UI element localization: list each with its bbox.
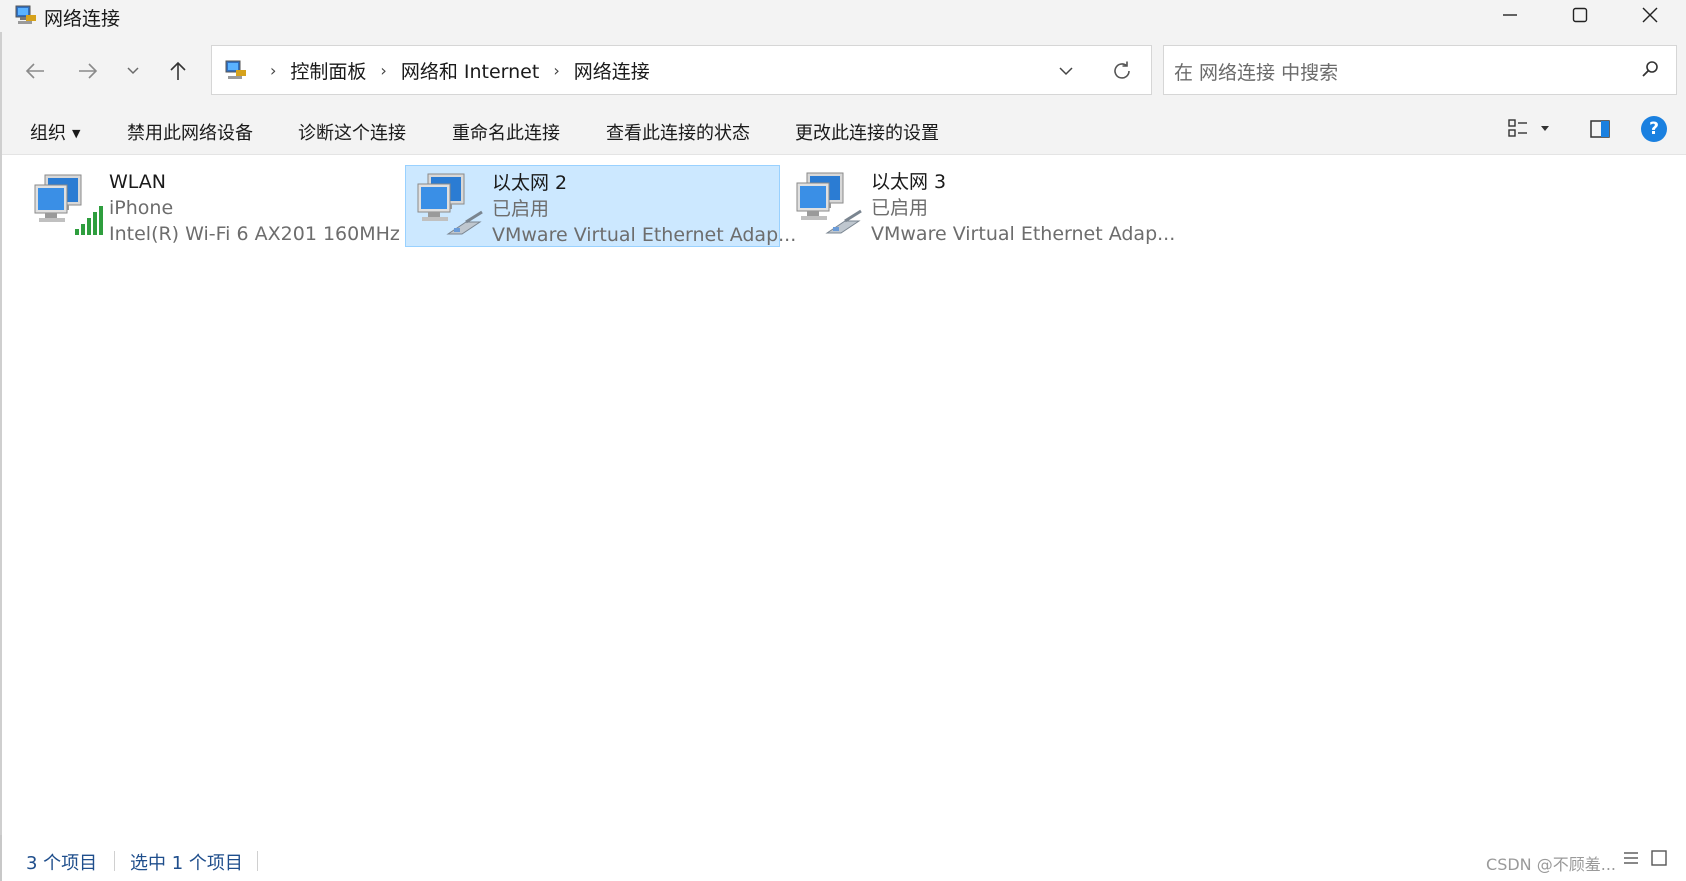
caret-down-icon: ▼ <box>72 127 81 140</box>
navigation-bar: › 控制面板 › 网络和 Internet › 网络连接 在 网络连接 中搜索 <box>0 32 1686 105</box>
caret-down-icon <box>1541 126 1549 131</box>
chevron-right-icon: › <box>553 60 560 80</box>
network-connections-icon <box>225 60 246 79</box>
address-history-button[interactable] <box>1053 58 1079 84</box>
connection-name: 以太网 2 <box>492 172 568 194</box>
window-title: 网络连接 <box>44 8 121 30</box>
connection-status: iPhone <box>109 197 174 219</box>
item-count: 3 个项目 <box>26 853 98 874</box>
forward-button[interactable] <box>70 56 106 86</box>
connection-name: 以太网 3 <box>871 171 947 193</box>
minimize-button[interactable] <box>1474 0 1546 30</box>
refresh-icon <box>1114 61 1130 79</box>
address-bar[interactable]: › 控制面板 › 网络和 Internet › 网络连接 <box>211 45 1152 95</box>
connections-list: WLAN iPhone Intel(R) Wi-Fi 6 AX201 160MH… <box>2 155 1686 835</box>
organize-menu[interactable]: 组织 ▼ <box>30 119 80 145</box>
chevron-right-icon: › <box>380 60 387 80</box>
connection-device: Intel(R) Wi-Fi 6 AX201 160MHz <box>109 223 400 245</box>
connection-text: 以太网 2 已启用 VMware Virtual Ethernet Adap..… <box>492 170 796 248</box>
details-view-icon[interactable] <box>1622 849 1640 867</box>
ethernet-adapter-icon <box>796 172 862 234</box>
recent-locations-button[interactable] <box>115 56 151 86</box>
breadcrumb-network-internet[interactable]: 网络和 Internet <box>401 57 539 84</box>
connection-name: WLAN <box>109 171 167 193</box>
connection-device: VMware Virtual Ethernet Adap... <box>492 224 797 246</box>
status-view-buttons <box>1622 849 1668 867</box>
disable-device-button[interactable]: 禁用此网络设备 <box>127 119 253 145</box>
watermark: CSDN @不顾羞... <box>1486 855 1616 874</box>
ethernet-adapter-icon <box>417 173 483 235</box>
breadcrumb-control-panel[interactable]: 控制面板 <box>290 57 366 84</box>
back-button[interactable] <box>17 56 53 86</box>
large-icons-view-icon[interactable] <box>1650 849 1668 867</box>
title-bar: 网络连接 <box>0 0 1686 32</box>
rename-button[interactable]: 重命名此连接 <box>452 119 560 145</box>
breadcrumb: › 控制面板 › 网络和 Internet › 网络连接 <box>256 46 650 94</box>
connection-item-wlan[interactable]: WLAN iPhone Intel(R) Wi-Fi 6 AX201 160MH… <box>23 165 400 247</box>
help-icon: ? <box>1649 119 1659 139</box>
connection-status: 已启用 <box>871 197 929 219</box>
maximize-icon <box>1572 7 1588 23</box>
arrow-left-icon <box>25 63 44 79</box>
preview-pane-button[interactable] <box>1589 118 1611 144</box>
selected-count: 选中 1 个项目 <box>130 853 243 874</box>
chevron-right-icon: › <box>270 60 277 80</box>
view-status-button[interactable]: 查看此连接的状态 <box>606 119 750 145</box>
connection-status: 已启用 <box>492 198 550 220</box>
status-divider <box>114 851 115 871</box>
help-button[interactable]: ? <box>1641 116 1667 142</box>
search-input[interactable]: 在 网络连接 中搜索 <box>1163 45 1677 95</box>
up-button[interactable] <box>160 56 196 86</box>
connection-text: WLAN iPhone Intel(R) Wi-Fi 6 AX201 160MH… <box>109 169 400 247</box>
arrow-right-icon <box>79 63 98 79</box>
arrow-up-icon <box>170 61 186 80</box>
connection-item-ethernet-3[interactable]: 以太网 3 已启用 VMware Virtual Ethernet Adap..… <box>785 165 1175 247</box>
chevron-down-icon <box>1059 67 1073 76</box>
connection-text: 以太网 3 已启用 VMware Virtual Ethernet Adap..… <box>871 169 1175 247</box>
refresh-button[interactable] <box>1107 56 1137 86</box>
minimize-icon <box>1503 14 1517 16</box>
change-view-button[interactable] <box>1508 118 1550 138</box>
connection-item-ethernet-2[interactable]: 以太网 2 已启用 VMware Virtual Ethernet Adap..… <box>405 165 796 247</box>
command-bar: 组织 ▼ 禁用此网络设备 诊断这个连接 重命名此连接 查看此连接的状态 更改此连接… <box>0 105 1686 155</box>
maximize-button[interactable] <box>1544 0 1616 30</box>
preview-pane-icon <box>1590 120 1610 138</box>
organize-label: 组织 <box>30 123 66 144</box>
change-settings-button[interactable]: 更改此连接的设置 <box>795 119 939 145</box>
breadcrumb-network-connections[interactable]: 网络连接 <box>574 57 650 84</box>
chevron-down-icon <box>127 67 139 75</box>
status-bar: 3 个项目 选中 1 个项目 CSDN @不顾羞... <box>0 835 1686 881</box>
view-options-icon <box>1508 119 1527 137</box>
connection-device: VMware Virtual Ethernet Adap... <box>871 223 1176 245</box>
close-button[interactable] <box>1614 0 1686 30</box>
close-icon <box>1642 7 1658 23</box>
network-connections-icon <box>15 5 36 24</box>
search-placeholder: 在 网络连接 中搜索 <box>1174 62 1339 84</box>
status-divider <box>257 851 258 871</box>
wifi-adapter-icon <box>34 174 103 235</box>
search-icon <box>1642 61 1658 77</box>
diagnose-button[interactable]: 诊断这个连接 <box>298 119 406 145</box>
